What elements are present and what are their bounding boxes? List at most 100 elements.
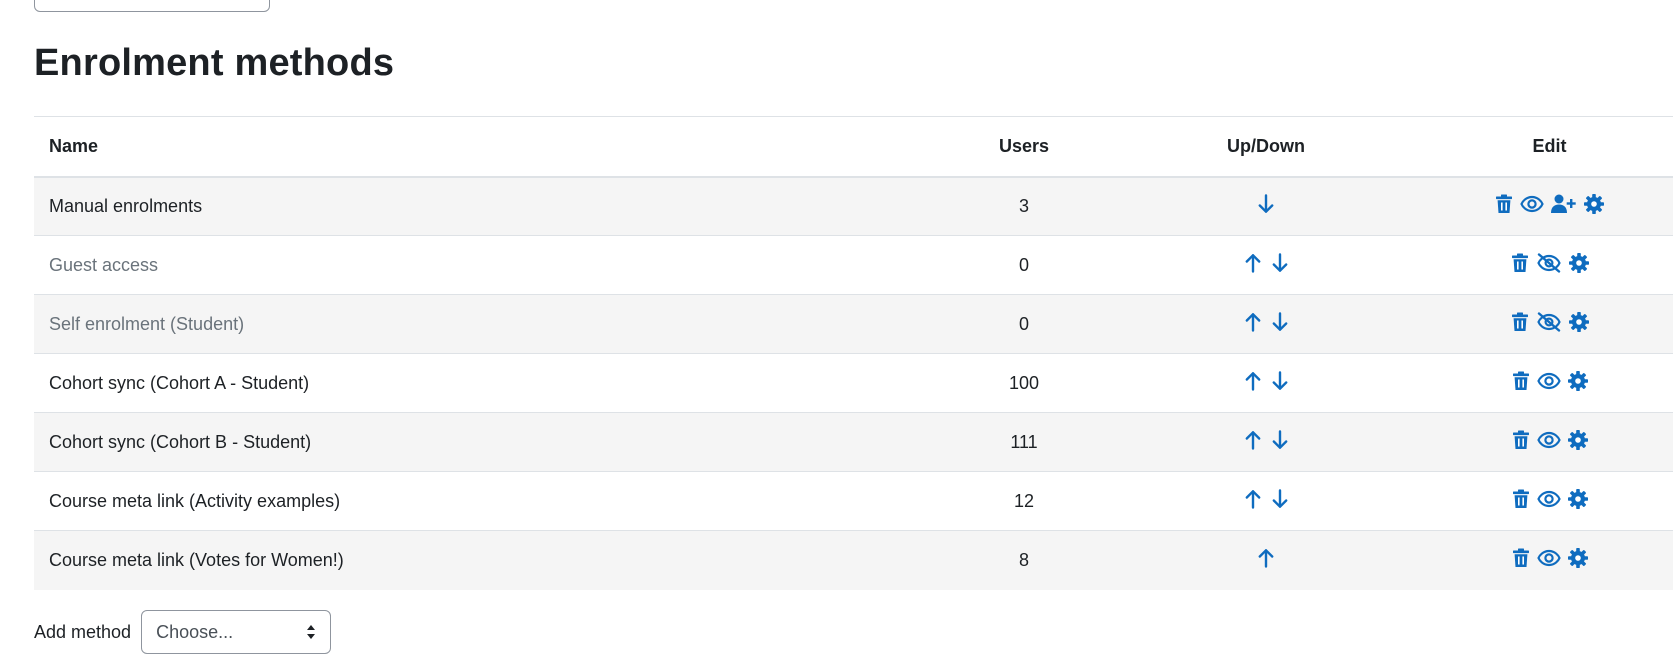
top-partial-control[interactable] xyxy=(34,0,270,12)
method-name: Self enrolment (Student) xyxy=(49,313,245,334)
cell-updown xyxy=(1106,177,1426,236)
updown-controls xyxy=(1245,252,1288,273)
gear-icon[interactable] xyxy=(1567,547,1588,568)
method-name: Cohort sync (Cohort A - Student) xyxy=(49,372,310,393)
cell-name: Self enrolment (Student) xyxy=(34,295,942,354)
table-body: Manual enrolments 3 Guest access 0 Self enro… xyxy=(34,176,1673,590)
cell-name: Guest access xyxy=(34,236,942,295)
arrow-down-icon[interactable] xyxy=(1272,429,1288,450)
table-row: Self enrolment (Student) 0 xyxy=(34,294,1673,354)
header-updown: Up/Down xyxy=(1106,116,1426,178)
cell-updown xyxy=(1106,354,1426,413)
cell-updown xyxy=(1106,472,1426,531)
add-method-label: Add method xyxy=(34,621,132,642)
user-plus-icon[interactable] xyxy=(1551,194,1577,214)
cell-edit xyxy=(1426,472,1673,531)
eye-icon[interactable] xyxy=(1536,372,1561,390)
arrow-up-icon[interactable] xyxy=(1245,253,1261,273)
method-name: Cohort sync (Cohort B - Student) xyxy=(49,431,312,452)
cell-users: 111 xyxy=(1010,431,1038,452)
trash-icon[interactable] xyxy=(1512,430,1530,450)
cell-users: 0 xyxy=(1018,313,1029,334)
arrow-up-icon[interactable] xyxy=(1245,489,1261,509)
table-row: Course meta link (Votes for Women!) 8 xyxy=(34,530,1673,590)
enrolment-methods-table: Name Users Up/Down Edit Manual enrolment… xyxy=(34,116,1673,590)
cell-name: Cohort sync (Cohort A - Student) xyxy=(34,354,942,413)
edit-controls xyxy=(1512,429,1588,450)
arrow-up-icon[interactable] xyxy=(1258,548,1274,568)
eye-icon[interactable] xyxy=(1520,195,1544,213)
cell-name: Cohort sync (Cohort B - Student) xyxy=(34,413,942,472)
updown-controls xyxy=(1245,311,1288,332)
cell-updown xyxy=(1106,236,1426,295)
cell-edit xyxy=(1426,531,1673,590)
table-row: Course meta link (Activity examples) 12 xyxy=(34,472,1673,531)
add-method-row: Add method Choose... xyxy=(34,610,332,654)
edit-controls xyxy=(1511,311,1589,332)
add-method-select[interactable]: Choose... xyxy=(141,610,332,654)
trash-icon[interactable] xyxy=(1495,194,1513,214)
gear-icon[interactable] xyxy=(1567,370,1588,391)
trash-icon[interactable] xyxy=(1511,312,1529,332)
eye-slash-icon[interactable] xyxy=(1536,311,1562,332)
table-row: Cohort sync (Cohort A - Student) 100 xyxy=(34,354,1673,413)
cell-users: 100 xyxy=(1008,372,1040,393)
trash-icon[interactable] xyxy=(1512,371,1530,391)
cell-users: 3 xyxy=(1018,195,1029,216)
trash-icon[interactable] xyxy=(1512,548,1530,568)
arrow-up-icon[interactable] xyxy=(1245,312,1261,332)
updown-controls xyxy=(1245,488,1288,509)
header-users: Users xyxy=(942,116,1106,178)
header-edit: Edit xyxy=(1426,116,1673,178)
cell-name: Manual enrolments xyxy=(34,177,942,236)
table-header-row: Name Users Up/Down Edit xyxy=(34,116,1673,178)
cell-updown xyxy=(1106,531,1426,590)
table-row: Cohort sync (Cohort B - Student) 111 xyxy=(34,412,1673,472)
gear-icon[interactable] xyxy=(1567,429,1588,450)
arrow-up-icon[interactable] xyxy=(1245,371,1261,391)
cell-edit xyxy=(1426,236,1673,295)
updown-controls xyxy=(1258,194,1274,214)
table-row: Guest access 0 xyxy=(34,236,1673,295)
cell-edit xyxy=(1426,413,1673,472)
cell-name: Course meta link (Activity examples) xyxy=(34,472,942,531)
table-row: Manual enrolments 3 xyxy=(34,176,1673,236)
cell-name: Course meta link (Votes for Women!) xyxy=(34,531,942,590)
arrow-up-icon[interactable] xyxy=(1245,430,1261,450)
edit-controls xyxy=(1512,370,1588,391)
trash-icon[interactable] xyxy=(1511,253,1529,273)
gear-icon[interactable] xyxy=(1568,252,1589,273)
cell-edit xyxy=(1426,177,1673,236)
trash-icon[interactable] xyxy=(1512,489,1530,509)
cell-edit xyxy=(1426,295,1673,354)
arrow-down-icon[interactable] xyxy=(1258,194,1274,214)
edit-controls xyxy=(1495,193,1604,214)
edit-controls xyxy=(1512,488,1588,509)
updown-controls xyxy=(1245,370,1288,391)
edit-controls xyxy=(1511,252,1589,273)
eye-slash-icon[interactable] xyxy=(1536,252,1562,273)
gear-icon[interactable] xyxy=(1567,488,1588,509)
sort-caret-icon xyxy=(306,624,316,640)
eye-icon[interactable] xyxy=(1536,431,1561,449)
gear-icon[interactable] xyxy=(1584,193,1604,214)
edit-controls xyxy=(1512,547,1588,568)
arrow-down-icon[interactable] xyxy=(1272,311,1288,332)
add-method-selected: Choose... xyxy=(156,621,234,642)
arrow-down-icon[interactable] xyxy=(1272,252,1288,273)
cell-edit xyxy=(1426,354,1673,413)
header-name: Name xyxy=(34,116,942,178)
cell-updown xyxy=(1106,413,1426,472)
cell-users: 8 xyxy=(1018,549,1029,570)
updown-controls xyxy=(1258,548,1274,568)
eye-icon[interactable] xyxy=(1536,490,1561,508)
gear-icon[interactable] xyxy=(1568,311,1589,332)
cell-users: 12 xyxy=(1013,490,1035,511)
method-name: Guest access xyxy=(49,254,159,275)
eye-icon[interactable] xyxy=(1536,549,1561,567)
arrow-down-icon[interactable] xyxy=(1272,488,1288,509)
method-name: Course meta link (Votes for Women!) xyxy=(49,549,344,570)
arrow-down-icon[interactable] xyxy=(1272,370,1288,391)
updown-controls xyxy=(1245,429,1288,450)
cell-updown xyxy=(1106,295,1426,354)
